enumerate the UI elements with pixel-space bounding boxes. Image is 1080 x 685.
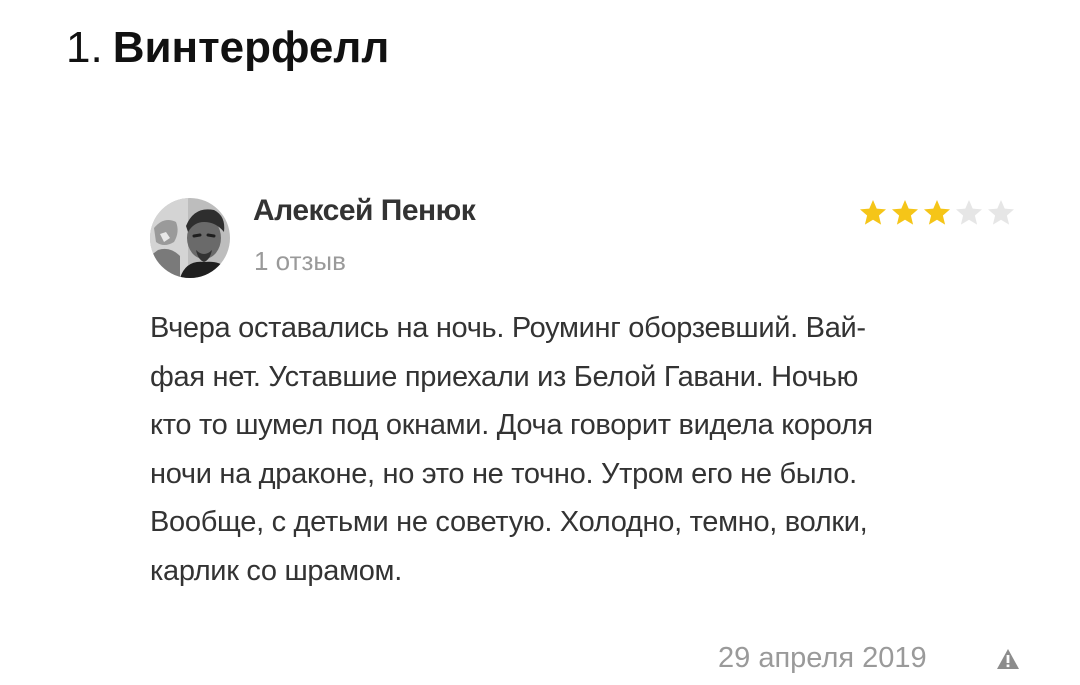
- page-heading: 1. Винтерфелл: [66, 22, 389, 74]
- review-text-line: фая нет. Уставшие приехали из Белой Гава…: [150, 360, 859, 393]
- author-review-count[interactable]: 1 отзыв: [254, 246, 346, 277]
- review-text-line: Вчера оставались на ночь. Роуминг оборзе…: [150, 312, 866, 344]
- user-photo-avatar-icon: [150, 198, 230, 278]
- review-text-line: ночи на драконе, но это не точно. Утром …: [150, 457, 857, 490]
- review-date: 29 апреля 2019: [718, 642, 927, 674]
- review-text-line: Вообще, с детьми не советую. Холодно, те…: [150, 506, 868, 538]
- star-filled-icon: [924, 200, 950, 225]
- author-avatar[interactable]: [150, 198, 230, 278]
- review-text-line: карлик со шрамом.: [150, 554, 402, 587]
- review-card: Алексей Пенюк 1 отзыв Вчера оставались н…: [150, 190, 1030, 685]
- star-empty-icon: [988, 200, 1014, 225]
- star-filled-icon: [892, 200, 918, 225]
- star-empty-icon: [956, 200, 982, 225]
- heading-number: 1.: [66, 23, 103, 72]
- review-text-line: кто то шумел под окнами. Доча говорит ви…: [150, 409, 873, 441]
- warning-triangle-icon[interactable]: [996, 648, 1020, 670]
- heading-title: Винтерфелл: [112, 23, 390, 72]
- rating-stars: [858, 198, 1016, 228]
- review-text: Вчера оставались на ночь. Роуминг оборзе…: [150, 304, 1022, 595]
- author-name[interactable]: Алексей Пенюк: [253, 194, 476, 228]
- star-filled-icon: [860, 200, 886, 225]
